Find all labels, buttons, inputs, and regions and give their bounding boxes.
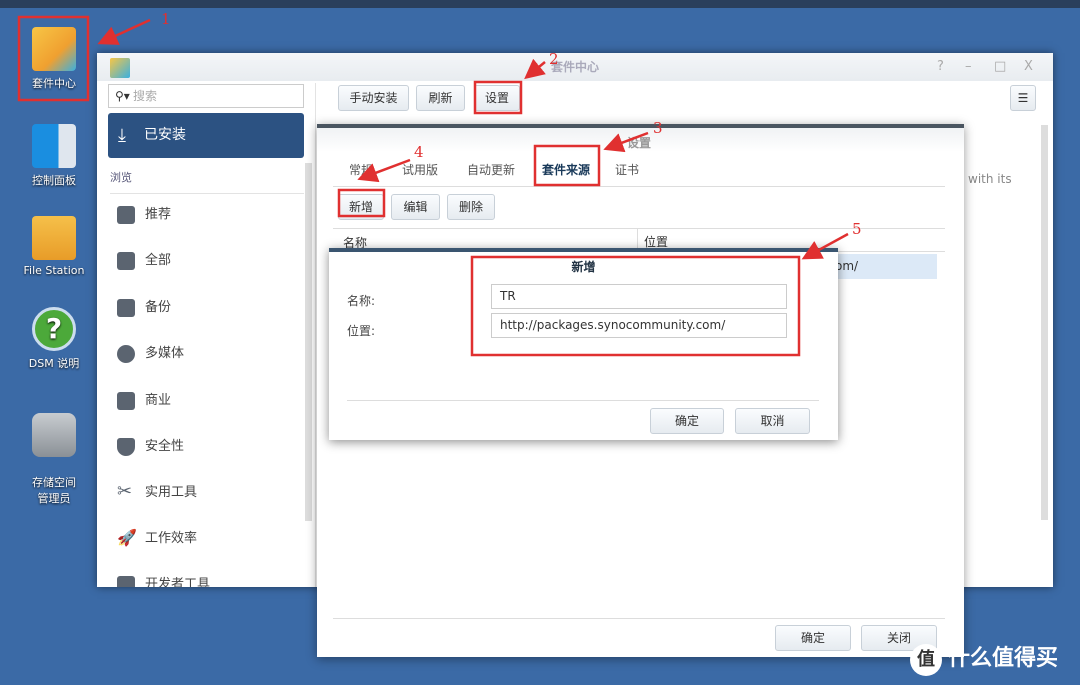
search-placeholder: 搜索 xyxy=(133,89,158,103)
annotation-number-4: 4 xyxy=(414,143,424,161)
main-scrollbar[interactable] xyxy=(1041,125,1048,520)
divider xyxy=(315,83,316,587)
watermark: 值什么值得买 xyxy=(910,640,1058,676)
desktop-icon-control-panel[interactable]: 控制面板 xyxy=(14,124,94,188)
help-button[interactable]: ? xyxy=(937,59,944,74)
label: 开发者工具 xyxy=(145,577,211,587)
divider xyxy=(347,400,819,401)
watermark-text: 什么值得买 xyxy=(948,646,1059,671)
maximize-button[interactable]: □ xyxy=(994,59,1006,74)
add-source-button[interactable]: 新增 xyxy=(338,194,384,220)
ok-button[interactable]: 确定 xyxy=(775,625,851,651)
footer-divider xyxy=(333,618,945,619)
sidebar-item-productivity[interactable]: 🚀 工作效率 xyxy=(117,527,197,551)
row-location: om/ xyxy=(835,259,859,273)
label: 商业 xyxy=(145,393,172,408)
desktop-icon-dsm-help[interactable]: ? DSM 说明 xyxy=(14,307,94,371)
edit-source-button[interactable]: 编辑 xyxy=(391,194,440,220)
label: 实用工具 xyxy=(145,485,198,500)
tab-certificate[interactable]: 证书 xyxy=(602,156,652,184)
sidebar-item-all[interactable]: 全部 xyxy=(117,249,171,273)
annotation-number-5: 5 xyxy=(852,220,862,238)
download-icon: ⤓ xyxy=(118,125,126,146)
label: 工作效率 xyxy=(145,531,198,546)
annotation-number-3: 3 xyxy=(653,119,663,137)
backup-icon xyxy=(117,299,135,317)
icon-label: 存储空间 管理员 xyxy=(32,476,76,505)
label: 备份 xyxy=(145,300,172,315)
browse-heading: 浏览 xyxy=(110,169,304,194)
name-label: 名称: xyxy=(347,294,376,308)
sidebar-item-security[interactable]: 安全性 xyxy=(117,435,184,459)
refresh-button[interactable]: 刷新 xyxy=(416,85,465,111)
label: 全部 xyxy=(145,253,172,268)
tools-icon: ✂ xyxy=(117,481,133,502)
sidebar-item-multimedia[interactable]: 多媒体 xyxy=(117,342,184,366)
sidebar-item-installed[interactable]: ⤓ 已安装 xyxy=(108,113,304,158)
close-window-button[interactable]: X xyxy=(1024,59,1033,74)
minimize-button[interactable]: – xyxy=(965,59,972,74)
sidebar-item-recommended[interactable]: 推荐 xyxy=(117,203,171,227)
developer-icon xyxy=(117,576,135,587)
add-dialog-title: 新增 xyxy=(571,260,596,274)
name-input[interactable]: TR xyxy=(491,284,787,309)
dialog-title: 设置 xyxy=(627,136,652,150)
settings-button[interactable]: 设置 xyxy=(474,85,520,111)
sidebar-item-utilities[interactable]: ✂ 实用工具 xyxy=(117,481,197,505)
desktop-icon-storage-manager[interactable]: 存储空间 管理员 xyxy=(14,400,94,506)
manual-install-button[interactable]: 手动安装 xyxy=(338,85,409,111)
icon-label: File Station xyxy=(23,264,85,277)
film-reel-icon xyxy=(117,345,135,363)
label: 多媒体 xyxy=(145,346,185,361)
search-input[interactable]: ⚲▾ 搜索 xyxy=(108,84,304,108)
help-icon: ? xyxy=(32,307,76,351)
search-icon: ⚲▾ xyxy=(115,89,130,103)
storage-icon xyxy=(32,413,76,457)
delete-source-button[interactable]: 删除 xyxy=(447,194,495,220)
installed-label: 已安装 xyxy=(144,127,186,143)
sidebar-item-developer-tools[interactable]: 开发者工具 xyxy=(117,573,210,587)
icon-label: 控制面板 xyxy=(32,174,76,187)
sidebar-item-backup[interactable]: 备份 xyxy=(117,296,171,320)
shield-icon xyxy=(117,438,135,456)
thumbs-up-icon xyxy=(117,206,135,224)
location-input[interactable]: http://packages.synocommunity.com/ xyxy=(491,313,787,338)
desktop-icon-package-center[interactable]: 套件中心 xyxy=(14,27,94,91)
label: 推荐 xyxy=(145,207,172,222)
folder-search-icon xyxy=(32,216,76,260)
tab-general[interactable]: 常规 xyxy=(335,156,387,184)
desktop-icon-file-station[interactable]: File Station xyxy=(14,216,94,277)
add-ok-button[interactable]: 确定 xyxy=(650,408,724,434)
watermark-logo: 值 xyxy=(910,644,942,676)
annotation-number-1: 1 xyxy=(161,10,171,28)
window-title: 套件中心 xyxy=(97,53,1053,81)
add-source-dialog: 新增 名称: TR 位置: http://packages.synocommun… xyxy=(329,248,838,440)
sort-button[interactable]: ☰ xyxy=(1010,85,1036,111)
background-description: with its xyxy=(968,172,1012,186)
app-icon xyxy=(110,58,130,78)
tab-auto-update[interactable]: 自动更新 xyxy=(455,156,527,184)
package-center-icon xyxy=(32,27,76,71)
label: 安全性 xyxy=(145,439,185,454)
annotation-number-2: 2 xyxy=(549,50,559,68)
grid-icon xyxy=(117,252,135,270)
briefcase-icon xyxy=(117,392,135,410)
icon-label: 套件中心 xyxy=(32,77,76,90)
rocket-icon: 🚀 xyxy=(117,528,137,547)
sidebar-scrollbar[interactable] xyxy=(305,163,312,521)
tab-package-sources[interactable]: 套件来源 xyxy=(535,156,597,184)
sidebar-item-business[interactable]: 商业 xyxy=(117,389,171,413)
add-cancel-button[interactable]: 取消 xyxy=(735,408,810,434)
icon-label: DSM 说明 xyxy=(28,357,80,370)
tab-divider xyxy=(333,186,945,187)
location-label: 位置: xyxy=(347,324,376,338)
desktop-top-bar xyxy=(0,0,1080,8)
control-panel-icon xyxy=(32,124,76,168)
annotation-arrow-1 xyxy=(97,18,151,45)
